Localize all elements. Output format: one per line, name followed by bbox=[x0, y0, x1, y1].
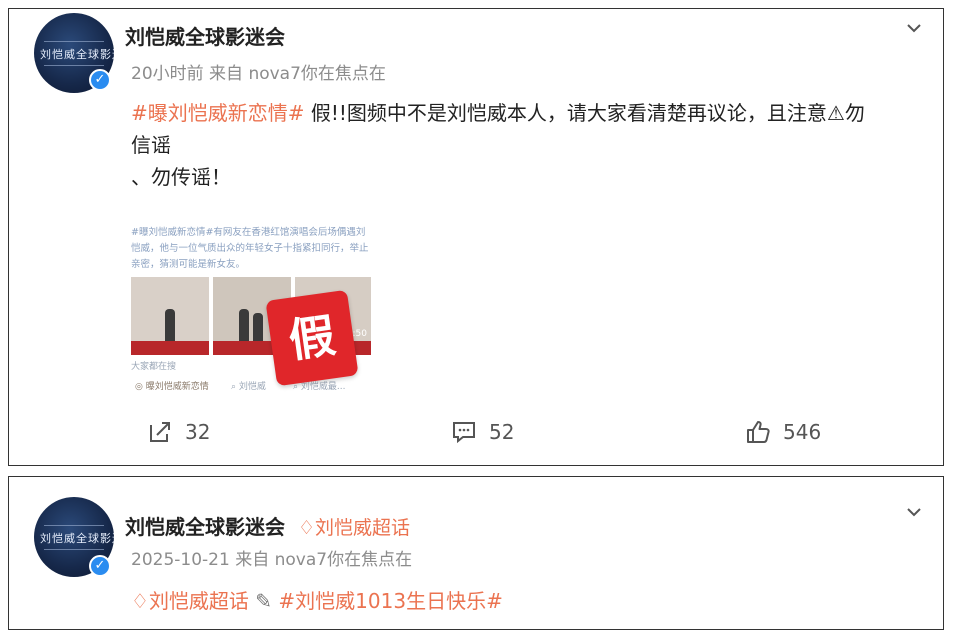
weibo-post-card: 刘恺威全球影迷会 ✓ 刘恺威全球影迷会 20小时前 来自 nova7你在焦点在 … bbox=[8, 8, 944, 466]
super-topic-link[interactable]: ♢刘恺威超话 bbox=[292, 517, 410, 539]
super-topic-link[interactable]: ♢刘恺威超话 bbox=[131, 589, 255, 613]
comment-count: 52 bbox=[489, 420, 515, 444]
username[interactable]: 刘恺威全球影迷会 bbox=[125, 515, 285, 539]
diamond-icon: ♢ bbox=[291, 517, 316, 539]
post-text: #曝刘恺威新恋情# 假!!图频中不是刘恺威本人，请大家看清楚再议论，且注意⚠勿 … bbox=[131, 101, 865, 189]
thumbnail-tag[interactable]: ◎ 曝刘恺威新恋情 bbox=[135, 379, 209, 392]
weibo-post-card: 刘恺威全球影迷会 ✓ 刘恺威全球影迷会 ♢刘恺威超话 2025-10-21 来自… bbox=[8, 476, 944, 630]
verified-badge-icon: ✓ bbox=[89, 555, 111, 577]
repost-count: 32 bbox=[185, 420, 211, 444]
diamond-icon: ♢ bbox=[131, 589, 149, 613]
thumbnail-tag[interactable]: ⌕ 刘恺威 bbox=[231, 379, 266, 392]
hashtag-link[interactable]: #曝刘恺威新恋情# bbox=[131, 101, 305, 125]
verified-badge-icon: ✓ bbox=[89, 69, 111, 91]
thumbs-up-icon bbox=[747, 421, 770, 443]
hashtag-link[interactable]: #刘恺威1013生日快乐# bbox=[278, 589, 502, 613]
chevron-down-icon[interactable] bbox=[905, 19, 923, 37]
fake-stamp: 假 bbox=[265, 289, 359, 387]
like-button[interactable]: 546 bbox=[745, 419, 821, 445]
thumbnail-caption: #曝刘恺威新恋情#有网友在香港红馆演唱会后场偶遇刘恺威，他与一位气质出众的年轻女… bbox=[131, 227, 369, 270]
comment-button[interactable]: 52 bbox=[451, 419, 514, 445]
post-meta: 2025-10-21 来自 nova7你在焦点在 bbox=[131, 550, 413, 570]
username[interactable]: 刘恺威全球影迷会 bbox=[125, 21, 285, 50]
share-icon bbox=[150, 422, 170, 442]
thumbnail-frame bbox=[131, 277, 209, 355]
comment-icon bbox=[453, 422, 475, 444]
post-meta: 20小时前 来自 nova7你在焦点在 bbox=[131, 64, 386, 84]
thumbnail-watch-label: 大家都在搜 bbox=[131, 362, 177, 372]
like-count: 546 bbox=[783, 420, 822, 444]
repost-button[interactable]: 32 bbox=[147, 419, 210, 445]
sparkle-icon: ✎ bbox=[255, 589, 273, 613]
chevron-down-icon[interactable] bbox=[905, 503, 923, 521]
username-row: 刘恺威全球影迷会 ♢刘恺威超话 bbox=[125, 511, 410, 540]
post-text: ♢刘恺威超话 ✎ #刘恺威1013生日快乐# bbox=[131, 585, 923, 617]
